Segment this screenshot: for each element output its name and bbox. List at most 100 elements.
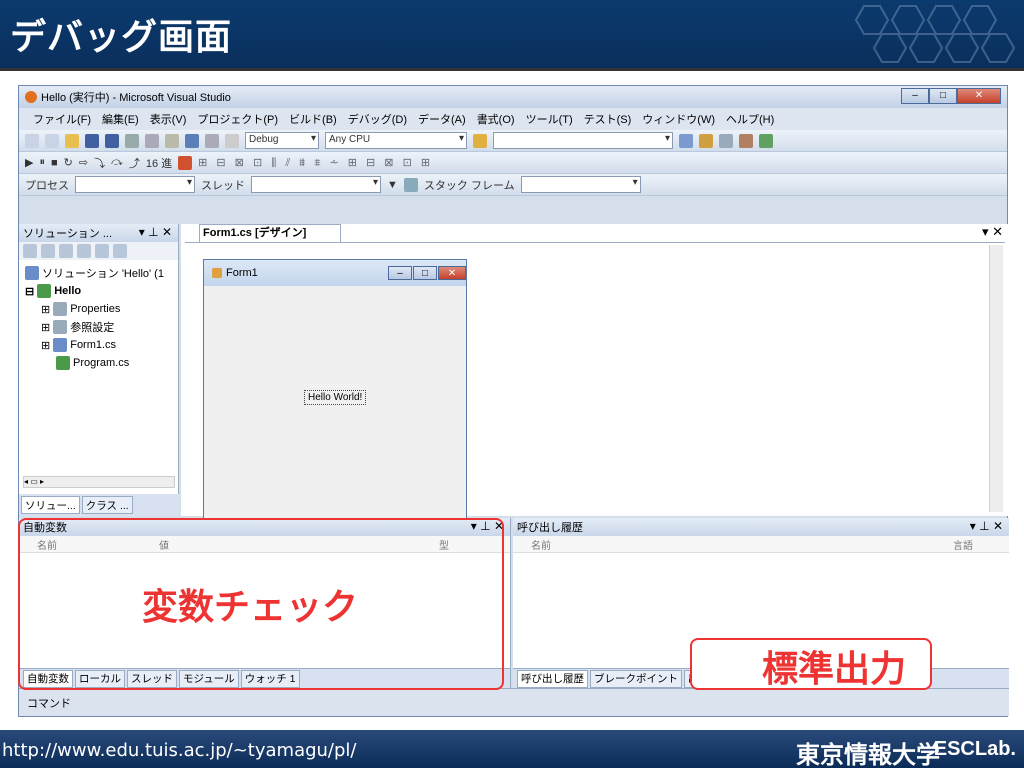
title-bar: Hello (実行中) - Microsoft Visual Studio – …	[19, 86, 1007, 108]
process-select[interactable]	[75, 176, 195, 193]
show-all-files-icon[interactable]	[41, 244, 55, 258]
start-page-icon[interactable]	[759, 133, 773, 148]
start-icon[interactable]	[225, 133, 239, 148]
tree-item-properties[interactable]: ⊞ Properties	[25, 300, 172, 318]
panel-controls[interactable]: ▾ ⊥ ✕	[139, 225, 172, 239]
hexagon-pattern	[854, 5, 1016, 63]
tree-item-form1[interactable]: ⊞ Form1.cs	[25, 336, 172, 354]
csharp-file-icon	[56, 356, 70, 370]
menu-view[interactable]: 表示(V)	[150, 111, 187, 127]
new-project-icon[interactable]	[25, 133, 39, 148]
designer-vscroll[interactable]	[989, 245, 1003, 512]
slide-title: デバッグ画面	[10, 17, 233, 58]
save-all-icon[interactable]	[105, 133, 119, 148]
flag-icon[interactable]	[403, 177, 418, 192]
tab-breakpoints[interactable]: ブレークポイント	[590, 669, 682, 688]
menu-edit[interactable]: 編集(E)	[102, 111, 139, 127]
thread-label: スレッド	[201, 179, 245, 192]
references-icon	[53, 320, 68, 334]
properties-icon[interactable]	[719, 133, 733, 148]
show-next-statement-icon[interactable]: ⇨	[79, 156, 88, 169]
properties-icon[interactable]	[23, 244, 37, 258]
hex-display-toggle[interactable]: 16 進	[146, 155, 172, 171]
thread-select[interactable]	[251, 176, 381, 193]
tab-class-view[interactable]: クラス ...	[81, 496, 133, 514]
minimize-button[interactable]: –	[901, 88, 929, 104]
tree-item-solution[interactable]: ソリューション 'Hello' (1	[25, 264, 172, 282]
menu-test[interactable]: テスト(S)	[584, 111, 632, 127]
stdout-callout-text: 標準出力	[762, 649, 907, 690]
solution-explorer-icon[interactable]	[699, 133, 713, 148]
class-diagram-icon[interactable]	[113, 244, 127, 258]
form1-title: Form1	[226, 267, 258, 279]
tree-item-program[interactable]: Program.cs	[25, 354, 172, 372]
continue-icon[interactable]: ▶	[25, 156, 33, 169]
find-combo[interactable]	[493, 132, 673, 149]
command-bar: コマンド	[19, 688, 1009, 716]
step-over-icon[interactable]: ⤼	[111, 156, 123, 169]
document-close-icon[interactable]: ▾ ✕	[982, 224, 1003, 240]
view-code-icon[interactable]	[77, 244, 91, 258]
menu-project[interactable]: プロジェクト(P)	[197, 111, 278, 127]
menu-debug[interactable]: デバッグ(D)	[348, 111, 407, 127]
menu-data[interactable]: データ(A)	[418, 111, 466, 127]
solution-explorer-header: ソリューション ... ▾ ⊥ ✕	[19, 224, 178, 242]
configuration-select[interactable]: Debug	[245, 132, 319, 149]
menu-format[interactable]: 書式(O)	[477, 111, 515, 127]
platform-select[interactable]: Any CPU	[325, 132, 467, 149]
debug-location-toolbar: プロセス スレッド ▼ スタック フレーム	[19, 174, 1007, 196]
footer-lab-logo: ESCLab.	[933, 738, 1016, 760]
stop-icon[interactable]: ■	[51, 157, 58, 169]
save-icon[interactable]	[85, 133, 99, 148]
menu-build[interactable]: ビルド(B)	[289, 111, 337, 127]
form-icon	[53, 338, 68, 352]
callstack-column-header: 名前 言語	[513, 536, 1009, 553]
solution-tabs: ソリュー... クラス ...	[19, 494, 179, 516]
command-label[interactable]: コマンド	[27, 698, 71, 710]
find-in-files-icon[interactable]	[679, 133, 693, 148]
maximize-button[interactable]: □	[929, 88, 957, 104]
tree-item-references[interactable]: ⊞ 参照設定	[25, 318, 172, 336]
refresh-icon[interactable]	[59, 244, 73, 258]
open-icon[interactable]	[65, 133, 79, 148]
break-all-icon[interactable]: ⏸	[39, 156, 45, 169]
view-designer-icon[interactable]	[95, 244, 109, 258]
restart-icon[interactable]: ↻	[64, 156, 73, 169]
redo-icon[interactable]	[205, 133, 219, 148]
layout-toolbar: ⊞ ⊟ ⊠ ⊡ ⫼ ⫽ ⩩ ⩨ ⩪ ⊞ ⊟ ⊠ ⊡ ⊞	[198, 156, 434, 169]
callstack-panel-controls[interactable]: ▾ ⊥ ✕	[970, 519, 1003, 533]
column-name[interactable]: 名前	[513, 537, 953, 552]
solution-tree: ソリューション 'Hello' (1 ⊟ Hello ⊞ Properties …	[19, 260, 178, 376]
menu-help[interactable]: ヘルプ(H)	[726, 111, 774, 127]
menu-file[interactable]: ファイル(F)	[33, 111, 91, 127]
step-into-icon[interactable]: ⤵	[94, 155, 105, 171]
tab-solution-explorer[interactable]: ソリュー...	[21, 496, 80, 514]
cut-icon[interactable]	[125, 133, 139, 148]
close-button[interactable]: ✕	[957, 88, 1001, 104]
filter-icon[interactable]: ▼	[387, 179, 398, 191]
solution-explorer-title: ソリューション ...	[23, 228, 113, 240]
menu-bar: ファイル(F) 編集(E) 表示(V) プロジェクト(P) ビルド(B) デバッ…	[19, 108, 1007, 130]
undo-icon[interactable]	[185, 133, 199, 148]
tab-callstack[interactable]: 呼び出し履歴	[517, 669, 588, 688]
standard-toolbar: Debug Any CPU	[19, 130, 1007, 152]
paste-icon[interactable]	[165, 133, 179, 148]
breakpoints-icon[interactable]	[178, 155, 193, 170]
window-title: Hello (実行中) - Microsoft Visual Studio	[41, 92, 231, 104]
tab-form1-design[interactable]: Form1.cs [デザイン]	[199, 224, 341, 242]
stackframe-select[interactable]	[520, 176, 641, 193]
copy-icon[interactable]	[145, 133, 159, 148]
properties-folder-icon	[53, 302, 68, 316]
hello-world-label[interactable]: Hello World!	[304, 390, 367, 405]
add-item-icon[interactable]	[45, 133, 59, 148]
menu-tools[interactable]: ツール(T)	[526, 111, 573, 127]
find-icon[interactable]	[473, 133, 487, 148]
callstack-header: 呼び出し履歴 ▾ ⊥ ✕	[513, 518, 1009, 536]
tree-item-project[interactable]: ⊟ Hello	[25, 282, 172, 300]
solution-hscroll[interactable]: ◂ ▭ ▸	[23, 476, 175, 488]
toolbox-icon[interactable]	[739, 133, 753, 148]
step-out-icon[interactable]: ⤴	[129, 155, 140, 171]
column-language[interactable]: 言語	[953, 537, 973, 552]
menu-window[interactable]: ウィンドウ(W)	[642, 111, 715, 127]
form1-window[interactable]: Form1 – □ ✕ Hello World!	[203, 259, 467, 521]
